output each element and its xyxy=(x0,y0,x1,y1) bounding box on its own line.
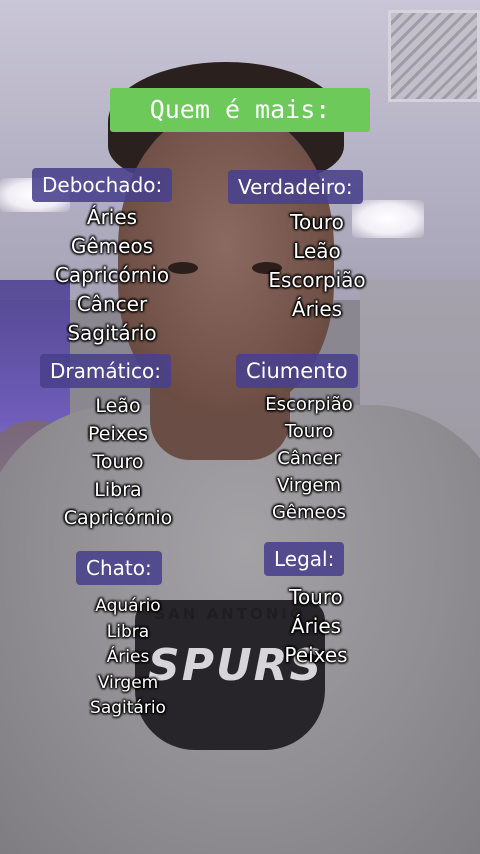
list-item: Touro xyxy=(290,210,344,234)
list-item: Touro xyxy=(289,585,343,609)
list-item: Virgem xyxy=(97,672,159,693)
category-label-ciumento: Ciumento xyxy=(236,354,358,388)
category-list-legal: Touro Áries Peixes xyxy=(240,583,392,670)
list-item: Capricórnio xyxy=(63,507,173,529)
category-label-verdadeiro: Verdadeiro: xyxy=(228,170,363,204)
list-item: Câncer xyxy=(277,448,341,469)
category-label-legal: Legal: xyxy=(264,542,345,576)
category-label-chato: Chato: xyxy=(76,551,162,585)
category-list-debochado: Áries Gêmeos Capricórnio Câncer Sagitári… xyxy=(20,203,204,348)
list-item: Áries xyxy=(290,614,342,638)
list-item: Touro xyxy=(92,451,144,473)
air-vent xyxy=(388,10,480,102)
list-item: Áries xyxy=(86,205,138,229)
list-item: Peixes xyxy=(88,423,148,445)
list-item: Capricórnio xyxy=(54,263,170,287)
list-item: Virgem xyxy=(276,475,342,496)
list-item: Aquário xyxy=(95,596,161,616)
category-list-verdadeiro: Touro Leão Escorpião Áries xyxy=(230,208,404,324)
list-item: Sagitário xyxy=(90,698,166,718)
list-item: Libra xyxy=(106,621,150,642)
list-item: Gêmeos xyxy=(271,502,347,523)
list-item: Áries xyxy=(106,647,150,667)
list-item: Peixes xyxy=(284,643,348,667)
category-label-dramatico: Dramático: xyxy=(40,354,171,388)
list-item: Leão xyxy=(293,239,341,263)
list-item: Leão xyxy=(95,395,141,417)
list-item: Escorpião xyxy=(268,268,366,292)
page-title: Quem é mais: xyxy=(110,88,370,132)
category-list-ciumento: Escorpião Touro Câncer Virgem Gêmeos xyxy=(226,391,392,526)
category-list-chato: Aquário Libra Áries Virgem Sagitário xyxy=(50,594,206,722)
category-label-debochado: Debochado: xyxy=(32,168,173,202)
list-item: Câncer xyxy=(76,292,148,316)
list-item: Touro xyxy=(284,421,334,442)
list-item: Gêmeos xyxy=(70,234,154,258)
category-list-dramatico: Leão Peixes Touro Libra Capricórnio xyxy=(26,392,210,532)
list-item: Escorpião xyxy=(265,394,353,415)
list-item: Áries xyxy=(291,297,343,321)
list-item: Libra xyxy=(94,479,142,501)
list-item: Sagitário xyxy=(67,321,157,345)
